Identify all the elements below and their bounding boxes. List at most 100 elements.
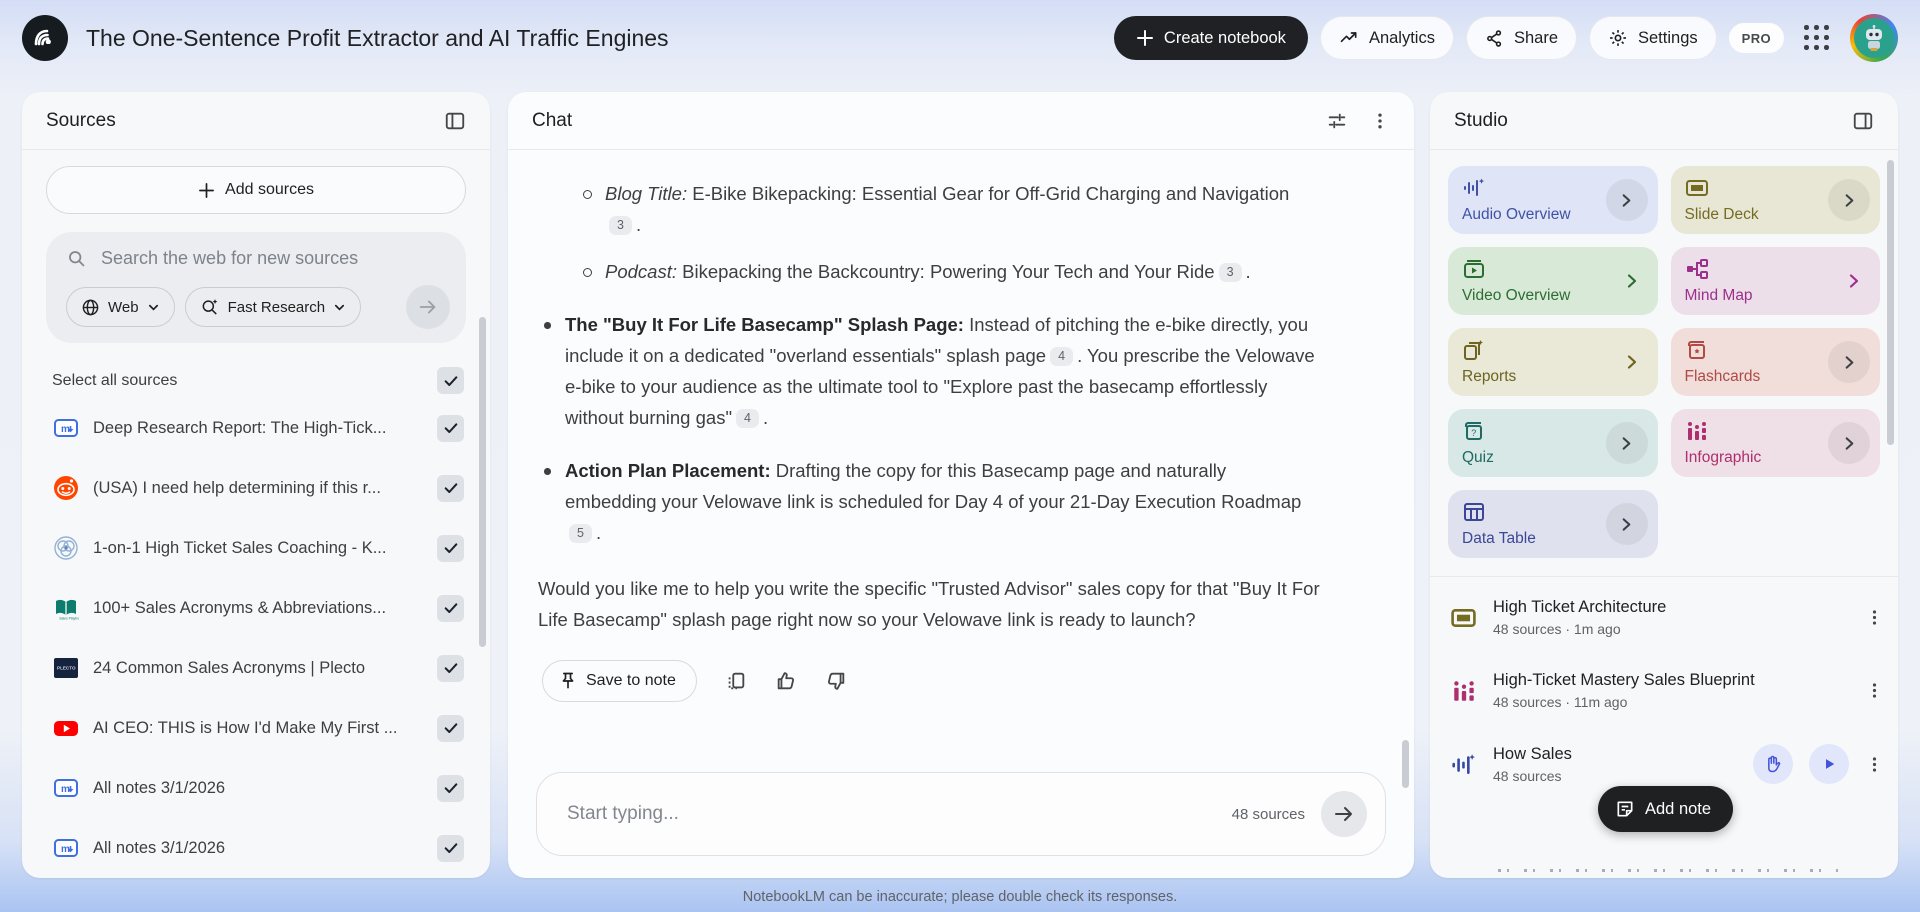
tile-mind-map[interactable]: Mind Map [1671,247,1881,315]
source-row[interactable]: m All notes 3/1/2026 [40,818,472,878]
source-checkbox[interactable] [437,775,464,802]
collapse-sources-panel-icon[interactable] [444,110,466,132]
check-icon [443,660,459,676]
chat-more-icon[interactable] [1370,111,1390,131]
source-checkbox[interactable] [437,655,464,682]
source-row[interactable]: PLECTO 24 Common Sales Acronyms | Plecto [40,638,472,698]
copy-icon[interactable] [725,670,747,692]
create-notebook-button[interactable]: Create notebook [1114,16,1308,60]
note-more-icon[interactable] [1865,608,1884,627]
chevron-right-icon[interactable] [1846,273,1862,289]
gear-icon [1608,28,1628,48]
source-checkbox[interactable] [437,595,464,622]
arrow-right-icon [1332,802,1356,826]
tile-quiz[interactable]: ? Quiz [1448,409,1658,477]
analytics-button[interactable]: Analytics [1320,16,1454,60]
chat-settings-icon[interactable] [1326,110,1348,132]
tile-slide-deck[interactable]: Slide Deck [1671,166,1881,234]
sources-count: 48 sources [1232,806,1305,823]
source-row[interactable]: m All notes 3/1/2026 [40,758,472,818]
chat-input-bar: 48 sources [536,772,1386,856]
chevron-right-icon[interactable] [1828,422,1870,464]
collapse-studio-panel-icon[interactable] [1852,110,1874,132]
avatar[interactable] [1850,14,1898,62]
play-icon[interactable] [1809,744,1849,784]
arrow-right-icon [417,296,439,318]
chat-subbullet: Blog Title: E-Bike Bikepacking: Essentia… [578,178,1320,240]
thumbs-up-icon[interactable] [775,670,797,692]
book-icon: Sales Playbook [52,595,79,622]
settings-button[interactable]: Settings [1589,16,1717,60]
web-filter-dropdown[interactable]: Web [66,287,175,327]
interactive-mode-hand-icon[interactable] [1753,744,1793,784]
search-input[interactable] [101,248,450,269]
add-note-button[interactable]: Add note [1598,786,1733,832]
doc-icon: m [52,415,79,442]
save-to-note-button[interactable]: Save to note [542,660,697,702]
trending-up-icon [1339,28,1359,48]
add-sources-button[interactable]: Add sources [46,166,466,214]
citation-chip[interactable]: 3 [1219,263,1242,282]
notebooklm-logo-icon[interactable] [22,15,68,61]
citation-chip[interactable]: 4 [736,409,759,428]
tile-reports[interactable]: Reports [1448,328,1658,396]
source-row[interactable]: (USA) I need help determining if this r.… [40,458,472,518]
source-checkbox[interactable] [437,835,464,862]
search-icon [66,248,87,269]
chevron-right-icon[interactable] [1828,341,1870,383]
chat-panel: Chat Blog Title: E-Bike Bikepacking: Ess… [508,92,1414,878]
source-checkbox[interactable] [437,415,464,442]
source-checkbox[interactable] [437,715,464,742]
source-row[interactable]: 1-on-1 High Ticket Sales Coaching - K... [40,518,472,578]
youtube-icon [52,715,79,742]
source-row[interactable]: Sales Playbook 100+ Sales Acronyms & Abb… [40,578,472,638]
tile-data-table[interactable]: Data Table [1448,490,1658,558]
doc-icon: m [52,775,79,802]
slide-deck-icon [1685,177,1709,199]
source-checkbox[interactable] [437,475,464,502]
chat-subbullet: Podcast: Bikepacking the Backcountry: Po… [578,256,1320,287]
citation-chip[interactable]: 3 [609,216,632,235]
tile-infographic[interactable]: Infographic [1671,409,1881,477]
search-submit-button[interactable] [406,285,450,329]
citation-chip[interactable]: 5 [569,524,592,543]
sources-scrollbar[interactable] [479,317,486,647]
chat-input[interactable] [567,803,1232,825]
reddit-icon [52,475,79,502]
chevron-right-icon[interactable] [1828,179,1870,221]
reports-icon [1462,339,1486,361]
chevron-down-icon [333,301,346,314]
top-bar: The One-Sentence Profit Extractor and AI… [0,0,1920,76]
chat-scrollbar[interactable] [1402,740,1409,788]
send-button[interactable] [1321,791,1367,837]
infographic-icon [1450,679,1477,703]
source-row[interactable]: m Deep Research Report: The High-Tick... [40,398,472,458]
slide-deck-icon [1450,606,1477,630]
chevron-right-icon[interactable] [1606,179,1648,221]
chevron-right-icon[interactable] [1606,422,1648,464]
check-icon [443,480,459,496]
note-more-icon[interactable] [1865,755,1884,774]
thumbs-down-icon[interactable] [825,670,847,692]
share-button[interactable]: Share [1466,16,1577,60]
chevron-right-icon[interactable] [1624,354,1640,370]
source-checkbox[interactable] [437,535,464,562]
tile-audio-overview[interactable]: Audio Overview [1448,166,1658,234]
chevron-right-icon[interactable] [1624,273,1640,289]
tile-video-overview[interactable]: Video Overview [1448,247,1658,315]
select-all-checkbox[interactable] [437,367,464,394]
studio-scrollbar[interactable] [1887,160,1894,445]
chevron-right-icon[interactable] [1606,503,1648,545]
note-row[interactable]: High Ticket Architecture 48 sources · 1m… [1430,581,1898,654]
check-icon [443,780,459,796]
citation-chip[interactable]: 4 [1050,347,1073,366]
data-table-icon [1462,501,1486,523]
google-apps-grid-icon[interactable] [1804,25,1830,51]
note-row[interactable]: High-Ticket Mastery Sales Blueprint 48 s… [1430,654,1898,727]
note-more-icon[interactable] [1865,681,1884,700]
sources-title: Sources [46,110,116,132]
source-row[interactable]: AI CEO: THIS is How I'd Make My First ..… [40,698,472,758]
research-mode-dropdown[interactable]: Fast Research [185,287,362,327]
tile-flashcards[interactable]: Flashcards [1671,328,1881,396]
page-title: The One-Sentence Profit Extractor and AI… [86,25,669,52]
